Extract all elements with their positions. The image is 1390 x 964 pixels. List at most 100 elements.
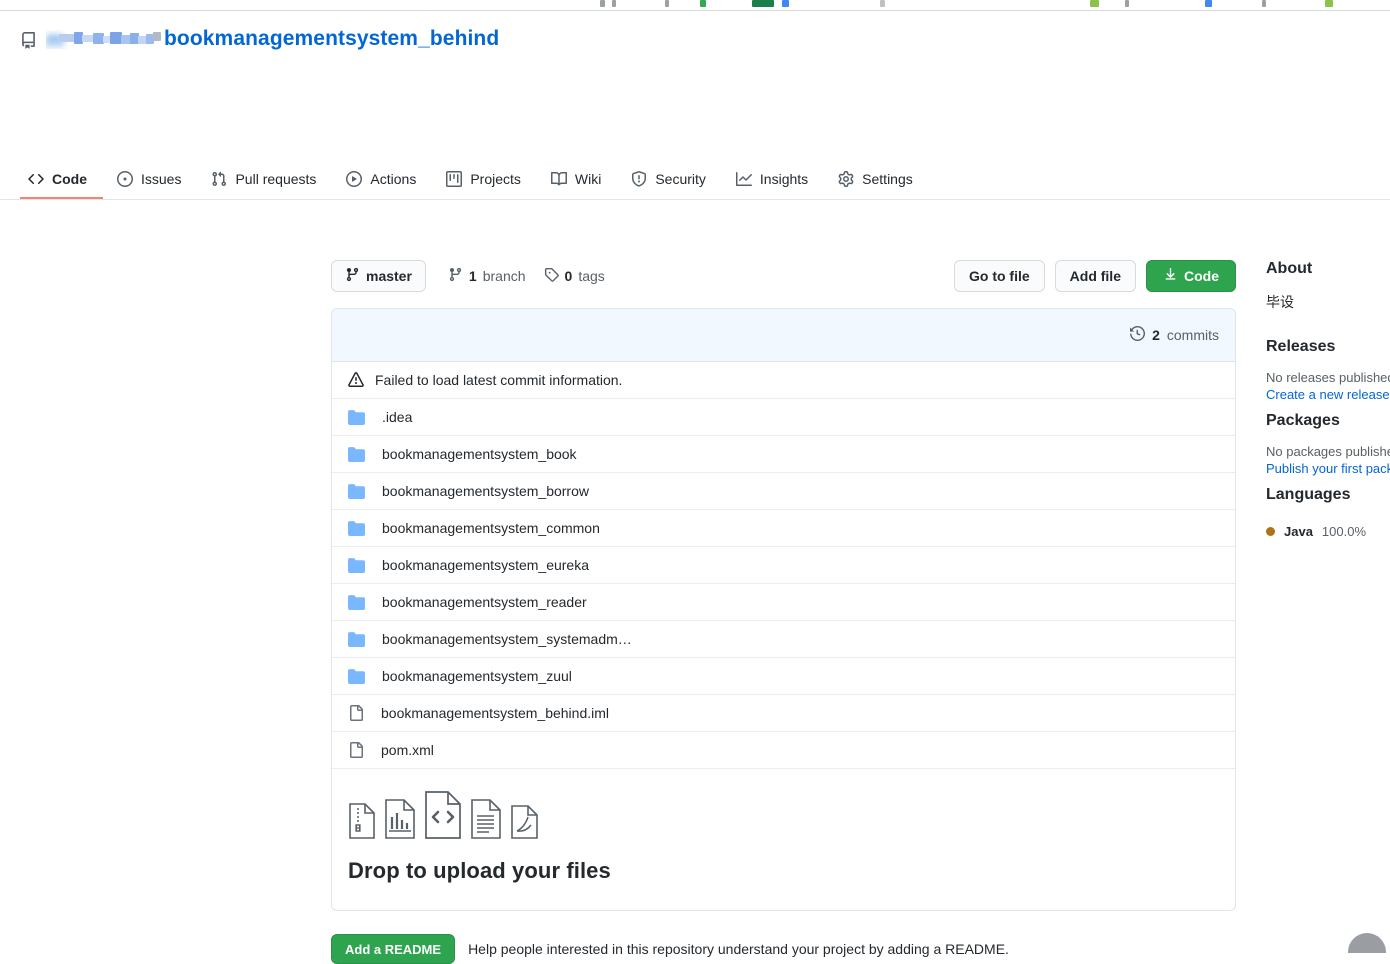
tab-settings[interactable]: Settings [830,163,929,199]
file-row[interactable]: bookmanagementsystem_reader [332,584,1235,621]
chrome-fragment [1125,0,1129,7]
folder-icon [348,594,365,611]
folder-icon [348,557,365,574]
file-row[interactable]: .idea [332,399,1235,436]
play-icon [346,171,363,187]
code-download-button[interactable]: Code [1146,260,1236,292]
readme-prompt: Add a README Help people interested in t… [331,934,1236,964]
commit-count-value: 2 [1152,327,1160,343]
tag-count[interactable]: 0 tags [544,267,605,285]
file-name-link[interactable]: .idea [382,409,412,425]
language-name: Java [1284,524,1313,539]
code-file-icon [424,791,462,844]
tab-projects[interactable]: Projects [438,163,537,199]
drop-upload-zone[interactable]: Drop to upload your files [332,769,1235,910]
folder-icon [348,446,365,463]
tab-label: Security [655,171,706,187]
create-release-link[interactable]: Create a new release [1266,387,1390,402]
repository-title-row: m bookmanagementsystem_behind [20,26,499,52]
tab-wiki[interactable]: Wiki [543,163,617,199]
add-file-button[interactable]: Add file [1054,260,1136,292]
commit-load-warning: Failed to load latest commit information… [332,362,1235,399]
file-name-link[interactable]: bookmanagementsystem_reader [382,594,587,610]
file-name-link[interactable]: bookmanagementsystem_eureka [382,557,589,573]
branch-count[interactable]: 1 branch [448,267,526,285]
main-column: master 1 branch 0 tags Go to file Add fi… [331,260,1236,964]
file-name-link[interactable]: bookmanagementsystem_zuul [382,668,572,684]
repository-nav: Code Issues Pull requests Actions Projects Wi… [20,163,935,199]
file-name-link[interactable]: bookmanagementsystem_book [382,446,577,462]
commit-count-label: commits [1166,327,1219,343]
chrome-fragment [1090,0,1099,7]
folder-icon [348,483,365,500]
tab-pull-requests[interactable]: Pull requests [203,163,332,199]
code-button-label: Code [1184,268,1219,284]
commits-link[interactable]: 2 commits [1130,325,1219,344]
file-row[interactable]: bookmanagementsystem_eureka [332,547,1235,584]
file-name-link[interactable]: bookmanagementsystem_behind.iml [381,705,609,721]
go-to-file-button[interactable]: Go to file [953,260,1045,292]
book-icon [550,171,567,187]
file-name-link[interactable]: pom.xml [381,742,434,758]
chrome-fragment [600,0,605,7]
tab-issues[interactable]: Issues [109,163,197,199]
tab-label: Code [52,171,87,187]
file-rows: .idea bookmanagementsystem_book bookmanage… [332,399,1235,769]
language-item[interactable]: Java 100.0% [1266,524,1390,539]
branch-name-label: master [366,268,412,284]
drop-zone-title: Drop to upload your files [348,858,611,883]
file-row[interactable]: bookmanagementsystem_behind.iml [332,695,1235,732]
file-row[interactable]: pom.xml [332,732,1235,769]
file-row[interactable]: bookmanagementsystem_common [332,510,1235,547]
chrome-fragment [1205,0,1212,7]
tab-label: Insights [759,171,809,187]
tab-security[interactable]: Security [623,163,722,199]
code-icon [28,171,44,187]
shield-icon [631,171,647,187]
git-branch-icon [448,267,463,285]
packages-note: No packages published [1266,444,1390,459]
tab-actions[interactable]: Actions [338,163,432,199]
repository-sidebar: About 毕设 Releases No releases published … [1266,260,1390,539]
readme-help-text: Help people interested in this repositor… [468,941,1009,957]
chrome-fragment [752,0,774,7]
tab-insights[interactable]: Insights [728,163,824,199]
folder-icon [348,409,365,426]
chrome-fragment [700,0,706,7]
branch-count-label: branch [482,268,526,284]
tab-label: Settings [862,171,913,187]
file-name-link[interactable]: bookmanagementsystem_common [382,520,600,536]
tab-label: Pull requests [235,171,317,187]
text-file-icon [470,799,502,844]
file-row[interactable]: bookmanagementsystem_systemadm… [332,621,1235,658]
warning-text: Failed to load latest commit information… [375,372,623,388]
file-name-link[interactable]: bookmanagementsystem_borrow [382,483,589,499]
tab-label: Issues [141,171,182,187]
page-title: m bookmanagementsystem_behind [46,26,499,52]
repository-header: m bookmanagementsystem_behind Code Issues… [0,11,1390,200]
repo-name-label[interactable]: bookmanagementsystem_behind [164,26,499,52]
tag-count-label: tags [578,268,605,284]
repository-content: master 1 branch 0 tags Go to file Add fi… [0,200,1390,964]
releases-note: No releases published [1266,370,1390,385]
publish-package-link[interactable]: Publish your first packa [1266,461,1390,476]
repo-owner-redacted[interactable]: m [46,30,164,49]
add-readme-button[interactable]: Add a README [331,934,456,964]
chrome-fragment [612,0,616,7]
language-percent: 100.0% [1321,524,1367,539]
file-name-link[interactable]: bookmanagementsystem_systemadm… [382,631,632,647]
tag-count-value: 0 [564,268,573,284]
chrome-fragment [1262,0,1266,7]
file-row[interactable]: bookmanagementsystem_zuul [332,658,1235,695]
tab-code[interactable]: Code [20,163,103,199]
file-row[interactable]: bookmanagementsystem_borrow [332,473,1235,510]
branch-selector-button[interactable]: master [331,260,426,292]
graph-icon [735,171,752,187]
download-icon [1163,267,1178,285]
file-row[interactable]: bookmanagementsystem_book [332,436,1235,473]
branch-count-value: 1 [468,268,477,284]
tab-label: Projects [470,171,521,187]
git-pull-request-icon [211,171,227,187]
gear-icon [838,171,854,187]
file-listing-box: 2 commits Failed to load latest commit i… [331,308,1236,911]
